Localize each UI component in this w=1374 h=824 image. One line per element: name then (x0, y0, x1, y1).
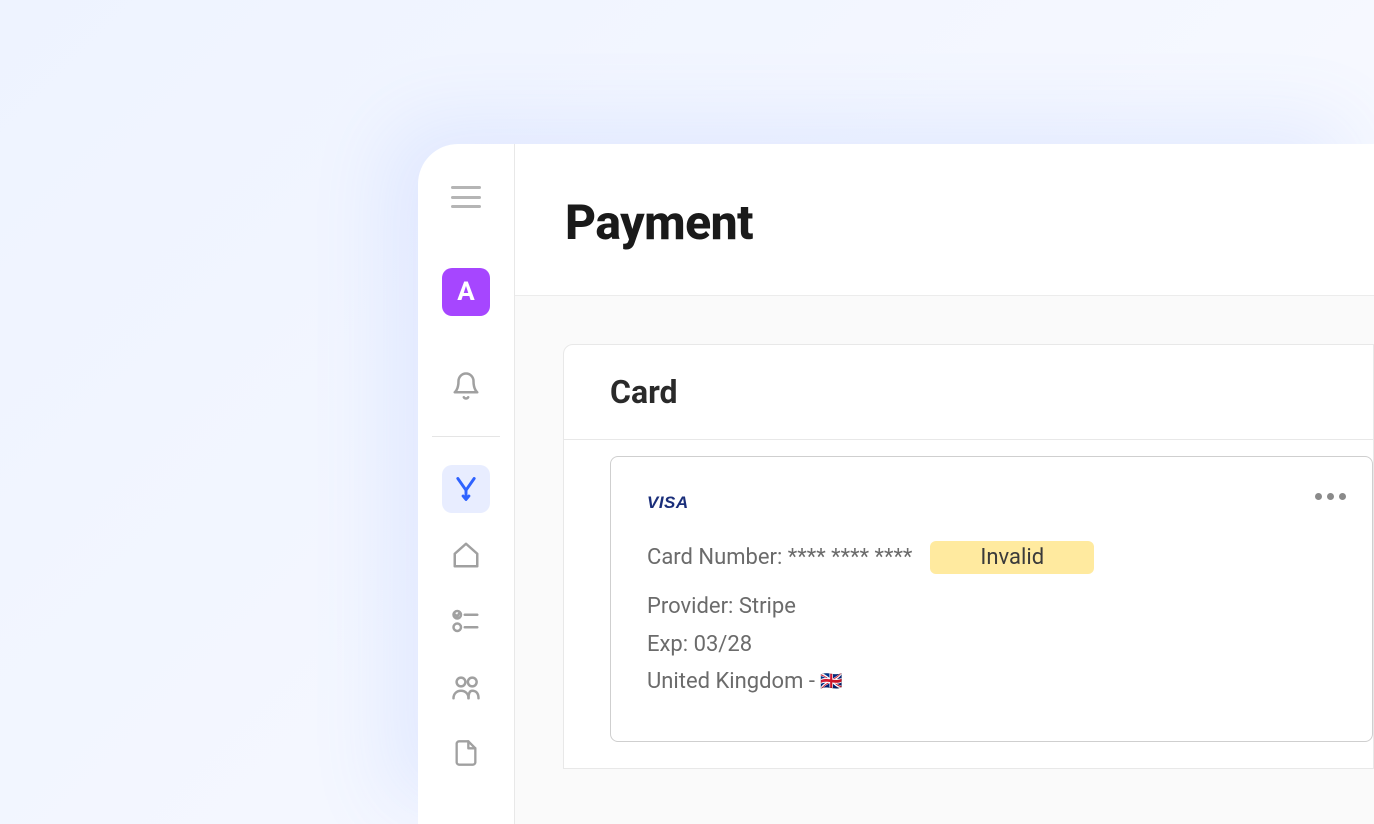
nav-item-checklist[interactable] (442, 597, 490, 645)
card-provider-label: Provider: (647, 594, 733, 619)
card-country-field: United Kingdom - 🇬🇧 (647, 663, 1336, 700)
card-number-label: Card Number: (647, 545, 782, 570)
payment-card: VISA Card Number: **** **** **** Invalid… (610, 456, 1373, 742)
more-menu-icon[interactable] (1315, 493, 1346, 500)
card-brand-visa: VISA (647, 493, 689, 513)
document-icon (452, 739, 480, 767)
page-title: Payment (565, 194, 1374, 251)
page-header: Payment (515, 144, 1374, 296)
nav-item-people[interactable] (442, 663, 490, 711)
avatar-letter: A (457, 277, 474, 307)
nav-item-funnel[interactable] (442, 465, 490, 513)
card-number-field: Card Number: **** **** **** (647, 539, 912, 576)
people-icon (450, 672, 482, 702)
card-exp-value: 03/28 (694, 632, 753, 657)
status-badge-invalid: Invalid (930, 541, 1094, 574)
card-panel-header: Card (564, 345, 1373, 440)
app-window: A (418, 144, 1374, 824)
card-exp-field: Exp: 03/28 (647, 626, 1336, 663)
menu-icon[interactable] (451, 186, 481, 208)
card-provider-field: Provider: Stripe (647, 588, 1336, 625)
card-country-label: United Kingdom - (647, 669, 815, 694)
avatar[interactable]: A (442, 268, 490, 316)
funnel-icon (452, 475, 480, 503)
checklist-icon (451, 606, 481, 636)
card-exp-label: Exp: (647, 632, 688, 657)
card-provider-value: Stripe (739, 594, 796, 619)
uk-flag-icon: 🇬🇧 (820, 671, 842, 692)
nav-item-document[interactable] (442, 729, 490, 777)
nav-item-notifications[interactable] (442, 362, 490, 410)
nav-divider (432, 436, 500, 437)
card-panel: Card VISA Card Number: **** **** **** (563, 344, 1374, 769)
sidebar: A (418, 144, 515, 824)
home-icon (451, 540, 481, 570)
bell-icon (451, 371, 481, 401)
main: Payment Card VISA Card Number: (515, 144, 1374, 824)
card-panel-body: VISA Card Number: **** **** **** Invalid… (564, 440, 1373, 768)
content-area: Card VISA Card Number: **** **** **** (515, 296, 1374, 824)
card-number-value: **** **** **** (788, 545, 913, 570)
nav-item-home[interactable] (442, 531, 490, 579)
card-number-row: Card Number: **** **** **** Invalid (647, 539, 1336, 576)
card-panel-title: Card (610, 373, 1373, 411)
